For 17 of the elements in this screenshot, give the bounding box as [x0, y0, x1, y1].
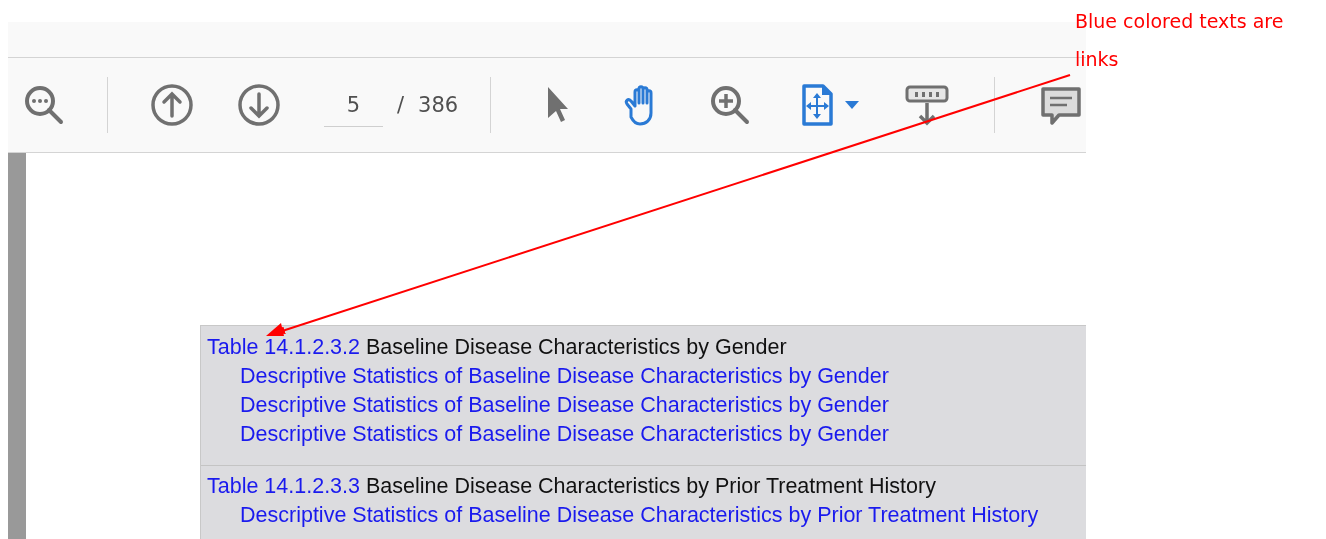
table-title: Baseline Disease Characteristics by Gender	[366, 335, 787, 359]
statistics-link[interactable]: Descriptive Statistics of Baseline Disease Characteristics by Prior Treatment History	[240, 503, 1039, 527]
statistics-link[interactable]: Descriptive Statistics of Baseline Disease Characteristics by Gender	[240, 364, 889, 388]
caret-icon[interactable]	[845, 100, 860, 110]
page-number-field[interactable]: 5	[324, 83, 383, 127]
zoom-menu-icon[interactable]	[22, 83, 66, 127]
annotation-text: Blue colored texts are links	[1075, 9, 1285, 72]
table-link[interactable]: Table 14.1.2.3.3	[207, 474, 360, 498]
next-page-icon[interactable]	[237, 83, 281, 127]
page-count: 386	[418, 93, 459, 117]
statistics-link[interactable]: Descriptive Statistics of Baseline Disease Characteristics by Gender	[240, 422, 889, 446]
table-title: Baseline Disease Characteristics by Prior Treatment History	[366, 474, 936, 498]
previous-page-icon[interactable]	[150, 83, 194, 127]
ruler-icon[interactable]	[904, 83, 951, 127]
statistics-link[interactable]: Descriptive Statistics of Baseline Disease Characteristics by Gender	[240, 393, 889, 417]
table-link[interactable]: Table 14.1.2.3.2	[207, 335, 360, 359]
page-separator: /	[397, 93, 405, 117]
